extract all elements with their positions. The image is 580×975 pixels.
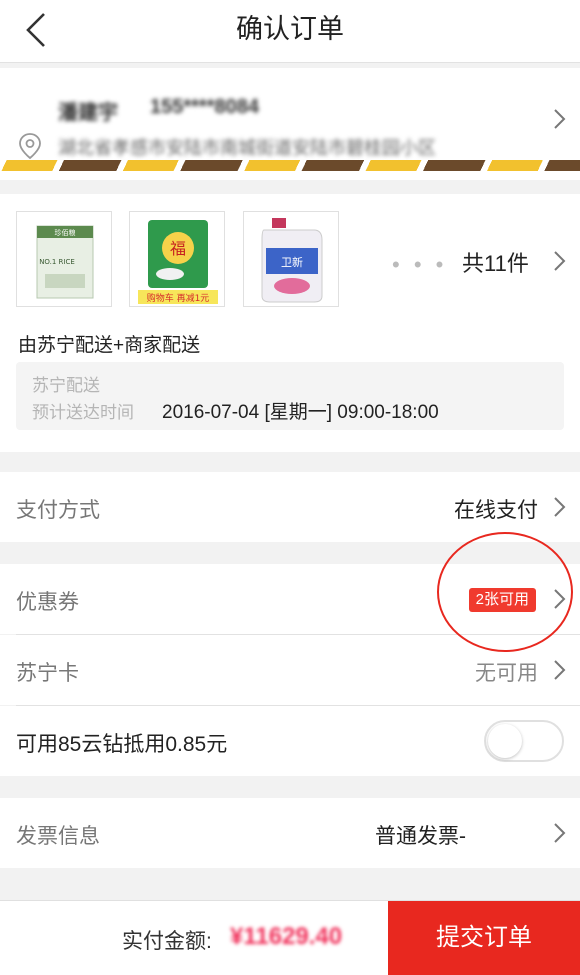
product-thumbnail-rice-1[interactable]: 珍佰粮 NO.1 RICE (16, 211, 112, 307)
suning-card-label: 苏宁卡 (16, 662, 79, 685)
product-section: 珍佰粮 NO.1 RICE 福 购物车 再减1元 卫新 • • • 共11件 由… (0, 194, 580, 452)
suning-card-row[interactable]: 苏宁卡 无可用 (0, 635, 580, 705)
invoice-label: 发票信息 (16, 825, 100, 848)
payment-method-value: 在线支付 (454, 499, 538, 522)
submit-order-button[interactable]: 提交订单 (388, 901, 580, 975)
delivery-carrier: 苏宁配送 (32, 376, 100, 395)
product-thumbnail-rice-2[interactable]: 福 购物车 再减1元 (129, 211, 225, 307)
location-pin-icon (19, 133, 41, 160)
coupon-label: 优惠券 (16, 591, 79, 614)
cloud-diamond-row: 可用85云钻抵用0.85元 (0, 706, 580, 776)
coupon-row[interactable]: 优惠券 2张可用 (0, 564, 580, 634)
coupon-available-badge: 2张可用 (468, 588, 536, 612)
page-title: 确认订单 (236, 14, 344, 44)
item-count[interactable]: 共11件 (462, 246, 529, 278)
product-brand: 卫新 (281, 255, 303, 269)
invoice-value: 普通发票- (375, 825, 466, 848)
chevron-right-icon (554, 660, 566, 680)
header-bar: 确认订单 (0, 0, 580, 63)
product-promo: 购物车 再减1元 (147, 292, 210, 304)
payment-method-row[interactable]: 支付方式 在线支付 (0, 472, 580, 542)
recipient-name: 潘建宇 (58, 102, 118, 124)
delivery-provider: 由苏宁配送+商家配送 (18, 335, 201, 356)
product-label: NO.1 RICE (39, 258, 75, 266)
chevron-right-icon (554, 823, 566, 843)
toggle-knob (488, 724, 522, 758)
more-products-indicator: • • • (392, 252, 448, 277)
cloud-diamond-toggle[interactable] (484, 720, 564, 762)
product-brand: 珍佰粮 (55, 228, 76, 237)
recipient-phone: 155****8084 (150, 96, 259, 118)
chevron-right-icon (554, 589, 566, 609)
cloud-diamond-label: 可用85云钻抵用0.85元 (16, 733, 228, 756)
delivery-eta-label: 预计送达时间 (32, 403, 134, 422)
chevron-right-icon (554, 109, 566, 129)
delivery-eta-value: 2016-07-04 [星期一] 09:00-18:00 (162, 402, 439, 423)
payment-method-label: 支付方式 (16, 499, 100, 522)
address-detail: 湖北省孝感市安陆市南城街道安陆市碧桂园小区 (58, 138, 436, 158)
product-thumbnail-detergent[interactable]: 卫新 (243, 211, 339, 307)
amount-label: 实付金额: (122, 930, 212, 953)
delivery-info-box: 苏宁配送 预计送达时间 2016-07-04 [星期一] 09:00-18:00 (16, 362, 564, 430)
chevron-right-icon[interactable] (552, 250, 566, 272)
chevron-right-icon (554, 497, 566, 517)
product-brand: 福 (170, 239, 186, 258)
checkout-bar: 实付金额: ¥11629.40 提交订单 (0, 900, 580, 975)
amount-value: ¥11629.40 (230, 923, 343, 950)
suning-card-value: 无可用 (475, 662, 538, 685)
invoice-row[interactable]: 发票信息 普通发票- (0, 798, 580, 868)
